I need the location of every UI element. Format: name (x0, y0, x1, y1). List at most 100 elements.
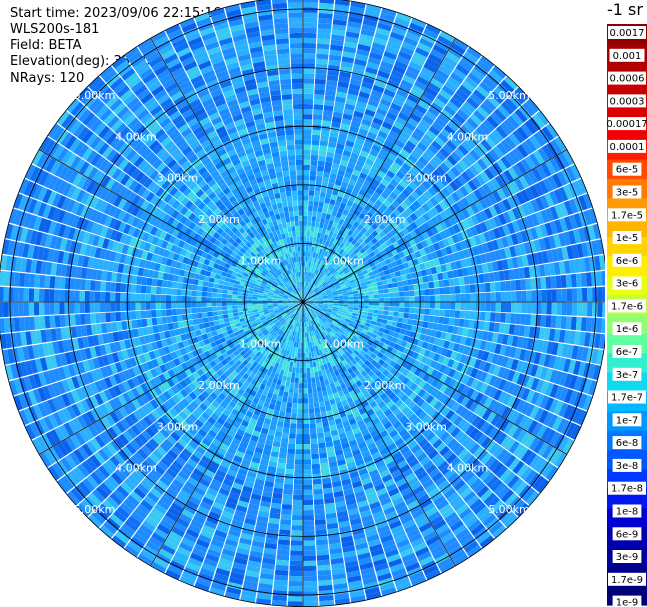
range-gate (454, 310, 461, 319)
range-gate (291, 413, 297, 419)
range-gate (388, 287, 394, 293)
range-gate (305, 347, 309, 353)
range-gate (303, 408, 309, 414)
range-gate (469, 311, 476, 320)
range-gate (560, 274, 567, 288)
range-gate (402, 280, 409, 286)
range-gate (460, 293, 466, 302)
range-gate (392, 282, 399, 288)
range-gate (313, 494, 324, 500)
range-gate (287, 443, 296, 450)
range-gate (314, 371, 319, 378)
range-gate (293, 479, 303, 485)
range-gate (404, 302, 410, 308)
range-gate (530, 314, 537, 326)
range-gate (303, 53, 316, 59)
range-gate (306, 236, 310, 242)
range-gate (303, 439, 311, 445)
range-gate (311, 144, 320, 151)
range-gate (414, 290, 420, 296)
range-gate (315, 73, 327, 80)
range-gate (391, 321, 398, 327)
range-gate (303, 586, 318, 592)
range-gate (424, 308, 430, 315)
range-gate (455, 302, 461, 310)
range-gate (414, 308, 420, 314)
range-gate (541, 289, 547, 302)
range-gate (383, 293, 390, 298)
range-gate (303, 7, 318, 13)
range-gate (303, 459, 312, 465)
range-gate (288, 581, 303, 587)
range-gate (303, 454, 311, 460)
range-gate (303, 256, 306, 262)
range-gate (314, 504, 325, 510)
range-gate (303, 119, 313, 125)
range-gate (353, 307, 359, 311)
range-gate (303, 479, 313, 485)
range-gate (424, 302, 430, 309)
range-gate (313, 366, 318, 373)
range-gate (283, 422, 290, 429)
range-gate (303, 124, 312, 130)
range-gate (440, 294, 446, 302)
range-gate (312, 387, 318, 393)
range-gate (363, 298, 369, 302)
range-gate (490, 292, 496, 302)
range-gate (393, 292, 400, 297)
range-gate (309, 236, 314, 242)
range-gate (289, 565, 303, 572)
range-gate (500, 281, 506, 292)
range-gate (291, 530, 303, 536)
range-gate (521, 290, 527, 302)
range-gate (309, 175, 316, 181)
range-gate (309, 413, 315, 419)
range-gate (458, 318, 465, 328)
range-gate (545, 276, 552, 289)
range-gate (445, 294, 451, 302)
range-gate (570, 273, 577, 288)
range-gate (289, 560, 303, 567)
range-gate (297, 408, 303, 414)
range-gate (540, 315, 547, 327)
range-gate (530, 278, 537, 290)
range-gate (433, 280, 440, 288)
range-gate (285, 381, 291, 388)
range-gate (459, 285, 466, 294)
range-gate (316, 170, 324, 177)
range-gate (303, 575, 317, 582)
range-gate (303, 555, 316, 561)
range-gate (582, 287, 588, 302)
range-gate (299, 373, 303, 379)
range-gate (303, 230, 307, 237)
range-gate (313, 99, 324, 105)
range-gate (550, 315, 557, 328)
range-gate (303, 27, 317, 34)
range-gate (289, 433, 296, 439)
range-gate (300, 342, 303, 348)
range-gate (303, 17, 318, 23)
range-gate (434, 295, 441, 302)
range-gate (314, 509, 325, 515)
range-gate (313, 109, 323, 116)
range-gate (389, 297, 395, 302)
range-gate (485, 302, 491, 312)
range-gate (303, 220, 308, 226)
range-gate (303, 565, 317, 572)
range-gate (399, 291, 405, 297)
ppi-plot: 1.00km 1.00km1.00km1.00km2.00km 2.00km2.00… (0, 0, 605, 607)
range-gate (448, 317, 455, 326)
range-gate (277, 549, 290, 556)
range-gate (314, 519, 326, 526)
range-gate (392, 316, 399, 322)
range-gate (368, 298, 375, 302)
range-gate (310, 433, 317, 439)
range-gate (283, 488, 293, 495)
range-gate (303, 48, 316, 54)
range-gate (303, 388, 308, 394)
range-gate (434, 288, 440, 295)
range-gate (297, 413, 303, 419)
range-gate (295, 454, 303, 460)
range-gate (279, 529, 291, 536)
range-gate (303, 175, 310, 181)
